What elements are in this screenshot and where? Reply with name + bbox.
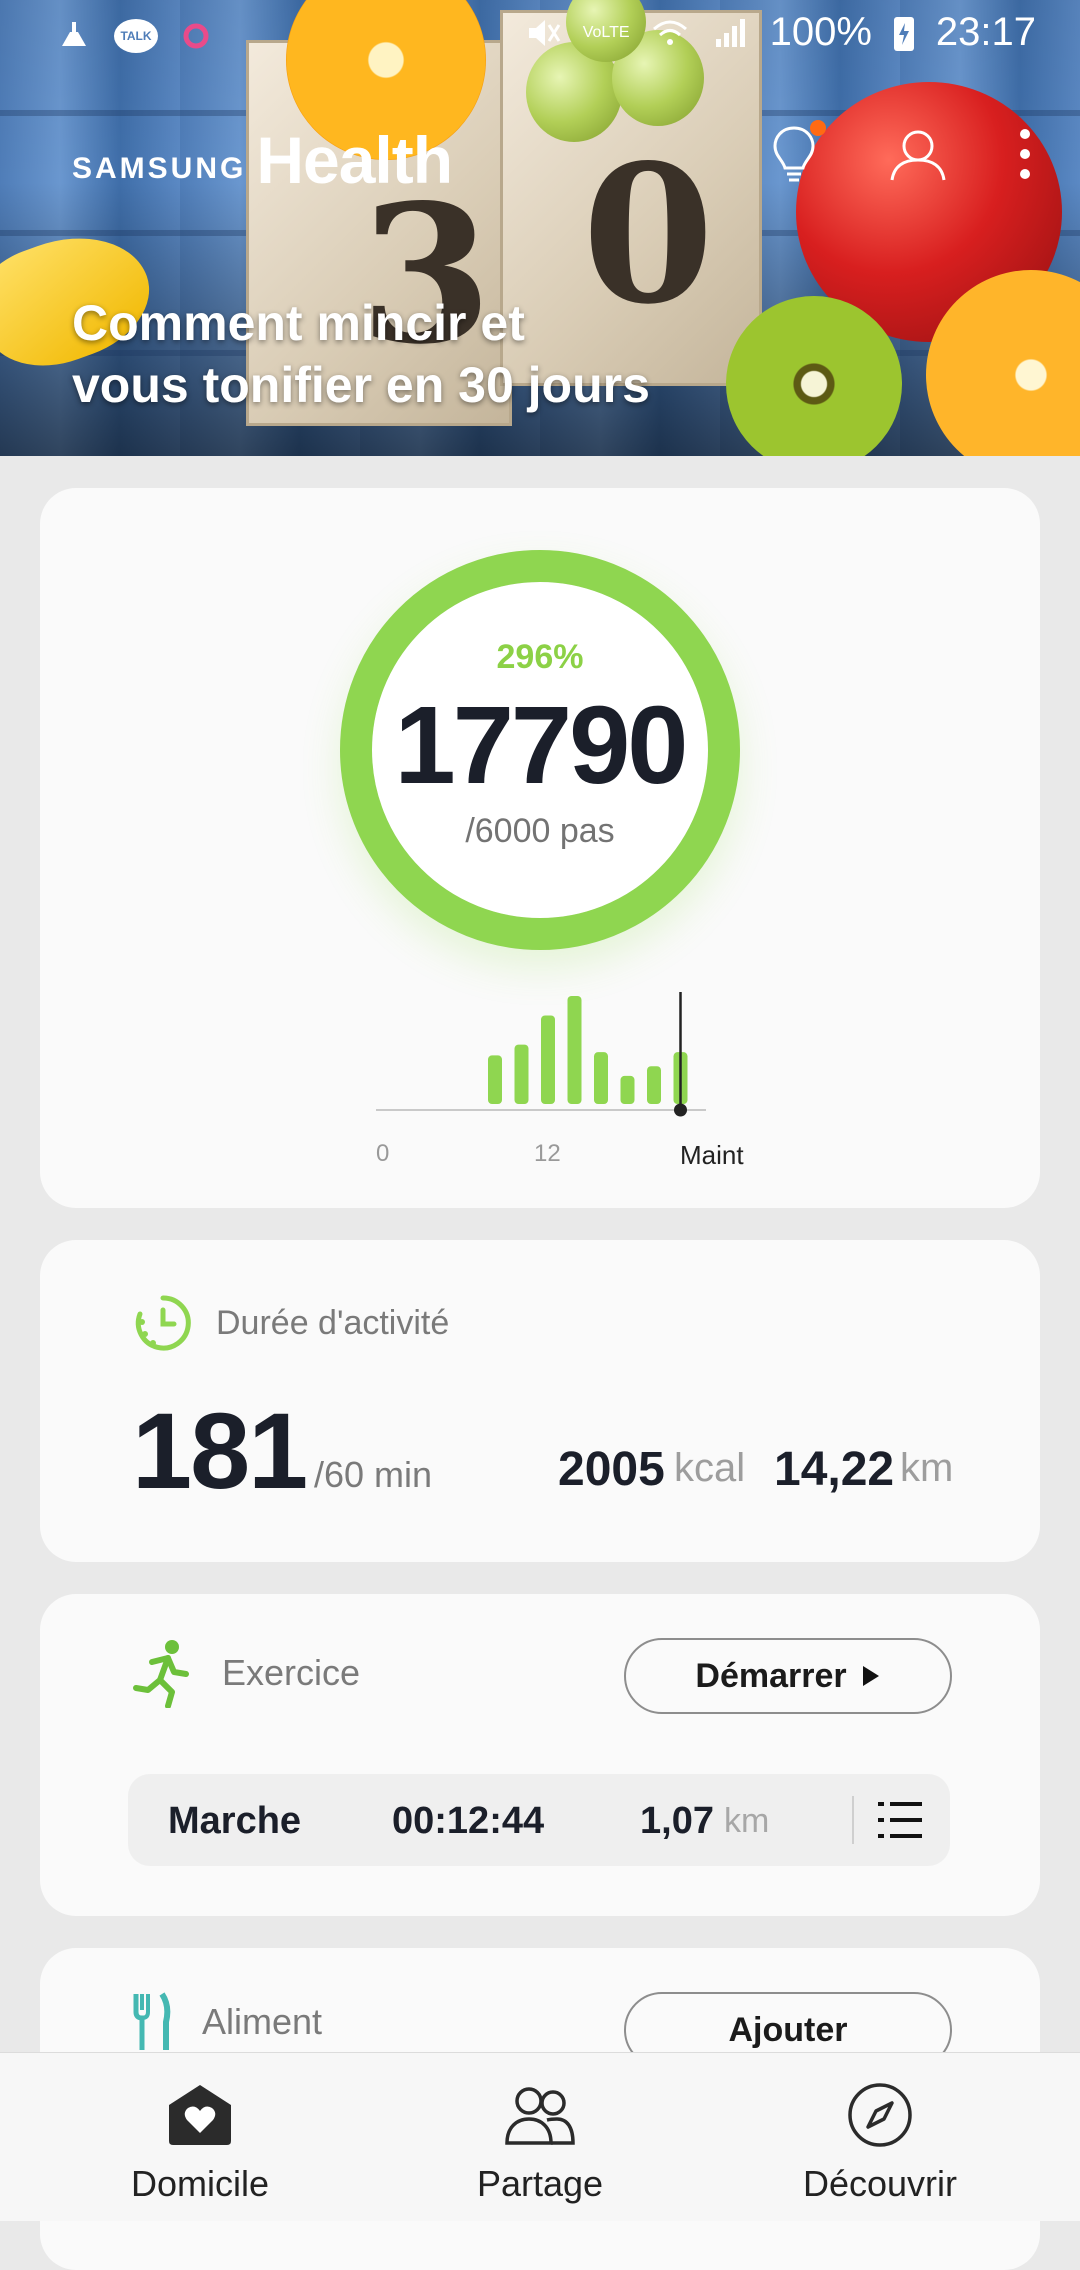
chart-bar	[541, 1015, 555, 1104]
tips-button[interactable]	[762, 118, 826, 190]
samsung-health-logo: SAMSUNG Health	[72, 122, 453, 198]
chart-bar	[647, 1066, 661, 1104]
chart-bar	[594, 1052, 608, 1104]
more-vertical-icon	[1020, 129, 1030, 179]
steps-hourly-chart: 0 12 Maint	[376, 990, 756, 1180]
calories-unit: kcal	[674, 1446, 746, 1490]
fork-knife-icon	[133, 1992, 171, 2050]
nav-label-partage: Partage	[476, 2163, 604, 2204]
steps-percent: 296%	[496, 638, 584, 676]
kakaotalk-notification-icon: TALK	[114, 19, 158, 53]
steps-goal: /6000 pas	[465, 812, 615, 850]
status-bar: TALK VoLTE 100% 23:17	[0, 0, 1080, 72]
exercise-distance-unit: km	[724, 1802, 770, 1840]
notification-dot	[810, 120, 826, 136]
chart-bar	[620, 1075, 635, 1104]
steps-count: 17790	[394, 684, 689, 807]
chart-tick-label: 0	[376, 1140, 390, 1167]
active-time-card[interactable]: Durée d'activité 181 /60 min 2005 kcal 1…	[40, 1240, 1040, 1562]
people-icon	[505, 2087, 575, 2145]
add-food-label: Ajouter	[728, 2010, 848, 2049]
exercise-duration: 00:12:44	[392, 1800, 545, 1842]
battery-percent: 100%	[769, 10, 872, 54]
nav-item-domicile[interactable]: Domicile	[80, 2075, 320, 2215]
chart-bar	[514, 1044, 529, 1104]
nav-item-decouvrir[interactable]: Découvrir	[760, 2075, 1000, 2215]
exercise-distance: 1,07	[640, 1800, 714, 1842]
chart-bar	[567, 996, 582, 1104]
home-heart-icon	[169, 2085, 231, 2145]
chart-bar	[488, 1055, 502, 1104]
brand-samsung: SAMSUNG	[72, 152, 247, 185]
play-icon	[862, 1666, 879, 1686]
chart-tick-label: 12	[534, 1140, 561, 1167]
start-exercise-label: Démarrer	[695, 1656, 847, 1695]
wifi-icon	[652, 20, 687, 45]
nav-label-decouvrir: Découvrir	[802, 2163, 958, 2204]
compass-icon	[848, 2083, 912, 2147]
recent-exercise-row[interactable]: Marche 00:12:44 1,07 km	[128, 1774, 950, 1866]
volte-indicator: VoLTE	[582, 23, 630, 41]
exercise-label: Exercice	[222, 1652, 361, 1693]
chart-now-dot	[674, 1103, 687, 1117]
profile-button[interactable]	[886, 118, 950, 190]
exercise-list-button[interactable]	[876, 1798, 924, 1842]
banner-title[interactable]: Comment mincir et vous tonifier en 30 jo…	[72, 292, 650, 416]
active-time-header: Durée d'activité	[132, 1292, 449, 1354]
exercise-type: Marche	[168, 1800, 302, 1842]
start-exercise-button[interactable]: Démarrer	[624, 1638, 952, 1714]
banner-title-line1: Comment mincir et	[72, 295, 525, 351]
steps-card[interactable]: 296% 17790 /6000 pas 0 12 Maint	[40, 488, 1040, 1208]
header-banner[interactable]: 3 0 TALK VoLTE 100% 23:17 SAMSUNG Health…	[0, 0, 1080, 456]
distance-unit: km	[900, 1446, 954, 1490]
banner-title-line2: vous tonifier en 30 jours	[72, 357, 650, 413]
more-options-button[interactable]	[1010, 118, 1040, 190]
bottom-navigation: Domicile Partage Découvrir	[0, 2052, 1080, 2221]
active-time-value: 181	[132, 1390, 308, 1511]
distance-value: 14,22	[774, 1443, 895, 1496]
profile-icon	[890, 130, 946, 181]
battery-charging-icon	[893, 16, 914, 51]
signal-icon	[715, 18, 745, 47]
calories-value: 2005	[558, 1443, 665, 1496]
exercise-header: Exercice	[132, 1638, 360, 1708]
steps-progress-ring: 296% 17790 /6000 pas	[340, 550, 740, 950]
active-time-label: Durée d'activité	[216, 1303, 450, 1342]
clock: 23:17	[935, 10, 1036, 54]
hourly-chart-svg	[376, 992, 706, 1117]
app-notification-icon	[183, 23, 209, 49]
header-actions	[762, 118, 1040, 190]
exercise-card[interactable]: Exercice Démarrer Marche 00:12:44 1,07 k…	[40, 1594, 1040, 1916]
running-icon	[133, 1640, 189, 1708]
chart-tick-label-now: Maint	[680, 1140, 744, 1170]
active-time-unit: /60 min	[314, 1454, 433, 1495]
mute-icon	[528, 19, 561, 46]
brand-health: Health	[256, 123, 453, 197]
row-divider	[852, 1796, 854, 1844]
food-header: Aliment	[132, 1992, 322, 2052]
food-label: Aliment	[202, 2001, 323, 2042]
nav-label-domicile: Domicile	[130, 2163, 270, 2204]
cleaner-notification-icon	[62, 22, 86, 46]
nav-item-partage[interactable]: Partage	[420, 2075, 660, 2215]
timer-icon	[135, 1295, 191, 1351]
